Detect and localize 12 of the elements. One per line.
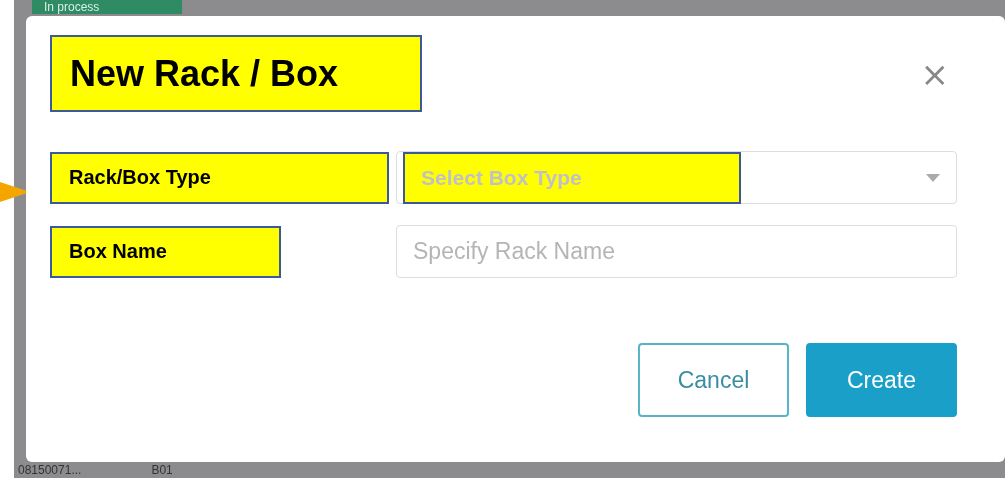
field-label: Rack/Box Type [50,151,389,204]
input-field[interactable]: Specify Rack Name [396,225,957,278]
placeholder-text: Select Box Type [403,151,741,204]
create-button[interactable]: Create [806,343,957,417]
close-button[interactable]: × [912,56,957,91]
dialog-title: New Rack / Box [50,35,422,112]
cancel-button[interactable]: Cancel [638,343,789,417]
table-cell: B01 [151,463,173,478]
caret-icon [926,173,940,182]
field-label: Box Name [50,225,281,278]
status-badge: In process [32,0,182,14]
table-cell: 08150071... [18,463,82,478]
